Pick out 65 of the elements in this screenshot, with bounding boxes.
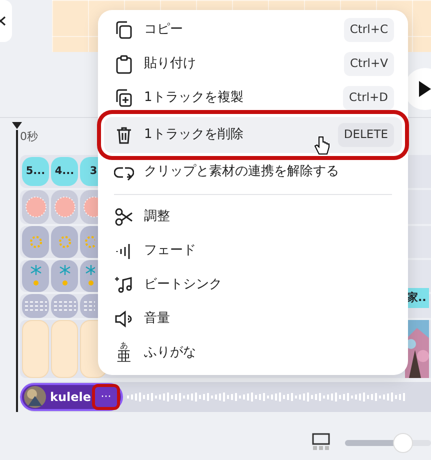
clip-thumbnail-icon bbox=[58, 235, 72, 249]
slider-thumb[interactable] bbox=[392, 433, 413, 453]
menu-item[interactable]: 調整 bbox=[104, 200, 402, 234]
menu-label: 1トラックを複製 bbox=[144, 89, 244, 108]
menu-item[interactable]: 1トラックを複製 Ctrl+D bbox=[104, 81, 402, 115]
copy-icon bbox=[114, 20, 134, 40]
menu-item[interactable]: 貼り付け Ctrl+V bbox=[104, 47, 402, 81]
graphic-clip[interactable] bbox=[22, 320, 49, 378]
menu-label: フェード bbox=[144, 242, 196, 260]
shortcut-key: Ctrl+D bbox=[343, 86, 394, 110]
audio-title: kulele bbox=[50, 389, 92, 406]
more-button[interactable]: ··· bbox=[95, 387, 118, 407]
menu-item[interactable]: クリップと素材の連携を解除する bbox=[104, 155, 402, 189]
clip-thumbnail-icon bbox=[84, 264, 95, 288]
graphic-clip[interactable] bbox=[51, 320, 78, 378]
graphic-clip[interactable] bbox=[51, 260, 78, 292]
zoom-slider[interactable] bbox=[345, 432, 431, 454]
clip-thumbnail-icon bbox=[28, 264, 42, 288]
speaker-icon bbox=[114, 309, 134, 329]
clip-thumbnail-icon bbox=[24, 196, 46, 218]
music-note-icon bbox=[114, 275, 134, 295]
clip-thumbnail-icon bbox=[84, 235, 95, 249]
close-icon bbox=[0, 16, 6, 26]
duplicate-icon bbox=[114, 88, 134, 108]
shortcut-key: Ctrl+V bbox=[344, 52, 394, 76]
graphic-clip[interactable] bbox=[22, 190, 49, 224]
playhead-icon[interactable] bbox=[12, 122, 22, 130]
menu-item[interactable]: 音量 bbox=[104, 302, 402, 336]
clipboard-icon bbox=[114, 54, 134, 74]
menu-label: 音量 bbox=[144, 310, 170, 328]
clip-thumbnail-icon bbox=[54, 301, 76, 311]
furigana-icon: あ 亜 bbox=[114, 342, 134, 364]
shortcut-key: DELETE bbox=[338, 123, 394, 147]
audio-clip[interactable]: kulele ··· bbox=[20, 383, 124, 411]
graphic-clip[interactable] bbox=[22, 294, 49, 318]
graphic-clip[interactable] bbox=[22, 260, 49, 292]
text-clip[interactable]: 4... bbox=[51, 157, 78, 186]
text-clip[interactable]: 5... bbox=[22, 157, 49, 186]
menu-item[interactable]: コピー Ctrl+C bbox=[104, 13, 402, 47]
graphic-clip[interactable] bbox=[51, 226, 78, 258]
menu-label: コピー bbox=[144, 21, 183, 40]
shortcut-key: Ctrl+C bbox=[344, 18, 394, 42]
clip-thumbnail-icon bbox=[58, 264, 72, 288]
play-icon bbox=[418, 80, 431, 98]
menu-label: ビートシンク bbox=[144, 276, 222, 294]
menu-item[interactable]: ビートシンク bbox=[104, 268, 402, 302]
menu-item[interactable]: フェード bbox=[104, 234, 402, 268]
graphic-clip[interactable] bbox=[51, 190, 78, 224]
scissors-icon bbox=[114, 207, 134, 227]
clip-thumbnail-icon bbox=[28, 235, 42, 249]
time-label: 0秒 bbox=[20, 129, 38, 145]
menu-label: 貼り付け bbox=[144, 55, 196, 74]
menu-label: 1トラックを削除 bbox=[144, 126, 244, 144]
menu-label: ふりがな bbox=[144, 344, 196, 362]
clip-thumbnail-icon bbox=[24, 301, 46, 311]
clip-thumbnail-icon bbox=[54, 196, 76, 218]
hand-cursor-icon bbox=[314, 136, 330, 156]
menu-label: クリップと素材の連携を解除する bbox=[144, 163, 339, 182]
graphic-clip[interactable] bbox=[22, 226, 49, 258]
clip-thumbnail-icon bbox=[84, 301, 95, 311]
layout-icon[interactable] bbox=[312, 433, 330, 451]
graphic-clip[interactable] bbox=[51, 294, 78, 318]
menu-label: 調整 bbox=[144, 208, 170, 226]
menu-item[interactable]: 1トラックを削除 DELETE bbox=[104, 117, 402, 153]
trash-icon bbox=[114, 125, 134, 145]
